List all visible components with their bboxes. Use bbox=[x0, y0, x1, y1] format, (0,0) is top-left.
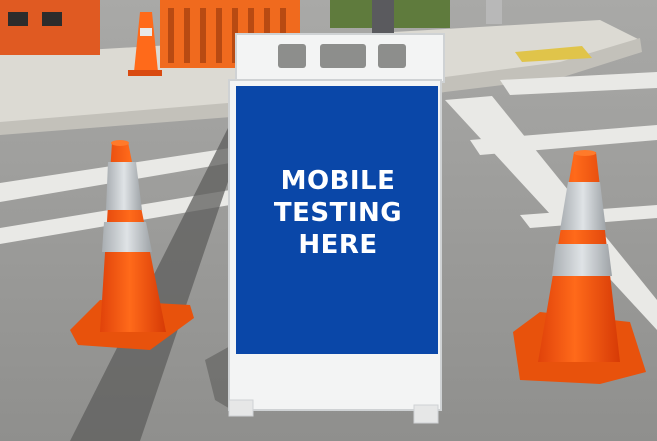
sign-line-3: HERE bbox=[298, 230, 378, 260]
sign-line-1: MOBILE bbox=[280, 166, 396, 196]
sign-message: MOBILE TESTING HERE bbox=[238, 165, 438, 261]
sign-line-2: TESTING bbox=[273, 198, 403, 228]
orange-structure bbox=[0, 0, 100, 55]
bollard bbox=[486, 0, 502, 24]
street-photo: MOBILE TESTING HERE bbox=[0, 0, 657, 441]
